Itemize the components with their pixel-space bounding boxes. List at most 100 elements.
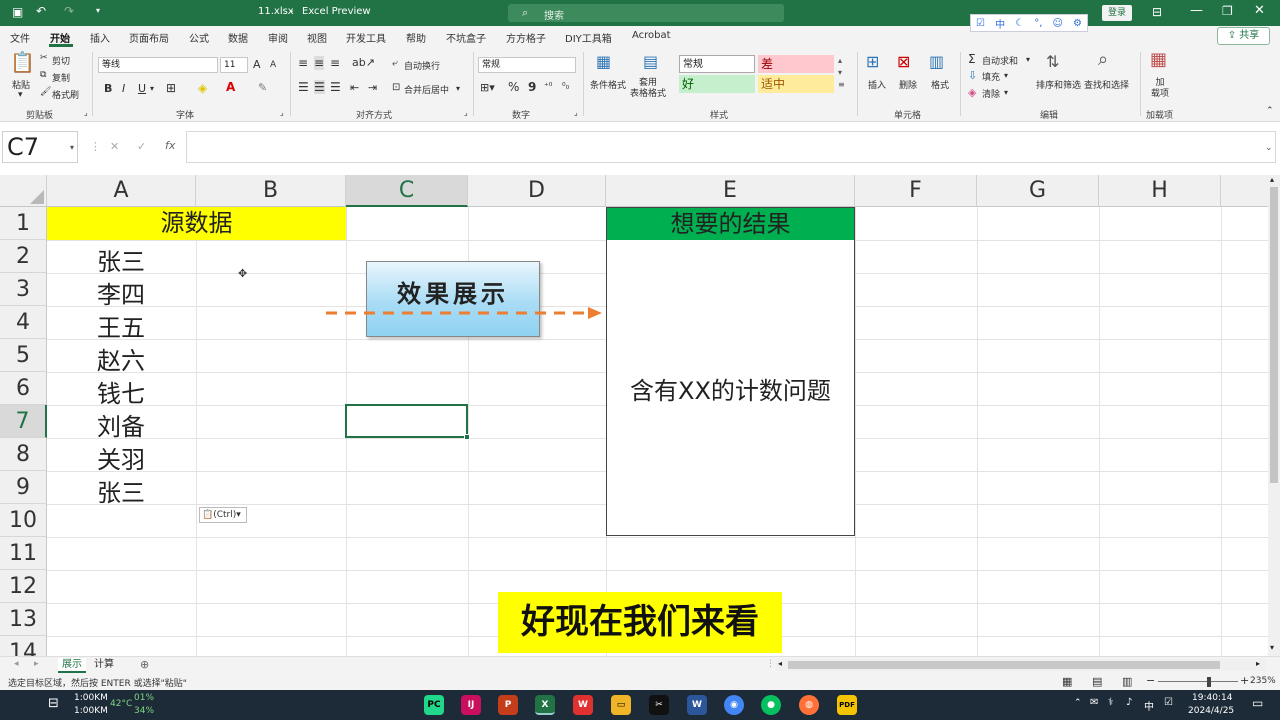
capcut-app-icon[interactable]: ✂ (649, 695, 669, 715)
row-header-12[interactable]: 12 (0, 570, 47, 603)
style-good[interactable]: 好 (679, 75, 755, 93)
insert-cells-icon[interactable]: ⊞ (866, 54, 879, 70)
cell-a3[interactable]: 李四 (97, 275, 145, 310)
sheet-prev-icon[interactable]: ◂ (14, 659, 19, 669)
table-format-icon[interactable]: ▤ (643, 54, 658, 70)
clear-button[interactable]: 清除 (982, 87, 1000, 100)
menu-fangfang[interactable]: 方方格子 (506, 30, 546, 45)
tray-security-icon[interactable]: ☑ (1164, 697, 1173, 708)
formula-expand-icon[interactable]: ⌄ (1265, 143, 1273, 153)
styles-scroll-icon[interactable]: ▴ ▾ ≡ (838, 55, 845, 91)
underline-dropdown-icon[interactable]: ▾ (150, 84, 154, 93)
style-bad[interactable]: 差 (758, 55, 834, 73)
column-header-f[interactable]: F (855, 175, 977, 207)
tray-speaker-icon[interactable]: ♪ (1126, 697, 1132, 708)
format-painter-icon[interactable]: 🖌 (40, 87, 51, 97)
find-select-button[interactable]: 查找和选择 (1084, 78, 1129, 91)
cell-a6[interactable]: 钱七 (97, 374, 145, 409)
menu-file[interactable]: 文件 (10, 30, 30, 45)
insert-cells-button[interactable]: 插入 (868, 78, 886, 91)
page-layout-view-icon[interactable]: ▤ (1092, 675, 1102, 688)
menu-home[interactable]: 开始 (50, 30, 70, 45)
sort-filter-button[interactable]: 排序和筛选 (1036, 78, 1081, 91)
zoom-out-icon[interactable]: − (1146, 674, 1155, 687)
style-normal[interactable]: 常规 (679, 55, 755, 73)
menu-page-layout[interactable]: 页面布局 (129, 30, 169, 45)
scroll-up-icon[interactable]: ▴ (1270, 175, 1274, 184)
clipboard-launcher-icon[interactable]: ⌟ (84, 108, 88, 117)
alignment-launcher-icon[interactable]: ⌟ (464, 108, 468, 117)
intellij-app-icon[interactable]: IJ (461, 695, 481, 715)
select-all-corner[interactable] (0, 175, 47, 207)
style-neutral[interactable]: 适中 (758, 75, 834, 93)
vertical-scroll-thumb[interactable] (1270, 187, 1278, 483)
format-cells-icon[interactable]: ▥ (929, 54, 944, 70)
cell-a5[interactable]: 赵六 (97, 341, 145, 376)
row-header-11[interactable]: 11 (0, 537, 47, 570)
zoom-slider[interactable] (1158, 681, 1238, 682)
redo-icon[interactable]: ↷ (64, 4, 74, 18)
row-header-1[interactable]: 1 (0, 207, 47, 240)
name-box[interactable]: C7 (2, 131, 78, 163)
copy-icon[interactable]: ⧉ (40, 70, 46, 80)
hscroll-right-icon[interactable]: ▸ (1256, 659, 1260, 668)
task-view-icon[interactable]: ⊟ (48, 696, 59, 711)
cell-a7[interactable]: 刘备 (97, 407, 145, 442)
hscroll-left-icon[interactable]: ◂ (778, 659, 782, 668)
collapse-ribbon-icon[interactable]: ⌃ (1266, 106, 1274, 116)
indent-increase-icon[interactable]: ⇥ (368, 81, 377, 94)
pdf-app-icon[interactable]: PDF (837, 695, 857, 715)
clear-icon[interactable]: ◈ (968, 86, 976, 99)
align-middle-icon[interactable]: ≡ (314, 56, 325, 70)
merge-center-button[interactable]: 合并后居中 (404, 83, 449, 96)
delete-cells-button[interactable]: 删除 (899, 78, 917, 91)
user-icon[interactable]: ☺ (1052, 18, 1062, 29)
paste-dropdown-icon[interactable]: ▾ (18, 90, 23, 100)
column-header-e[interactable]: E (606, 175, 855, 207)
row-header-6[interactable]: 6 (0, 372, 47, 405)
row-header-9[interactable]: 9 (0, 471, 47, 504)
close-icon[interactable]: ✕ (1254, 3, 1265, 18)
column-header-d[interactable]: D (468, 175, 606, 207)
cell-a4[interactable]: 王五 (97, 308, 145, 343)
menu-view[interactable]: 视图 (307, 30, 327, 45)
fill-icon[interactable]: ⇩ (968, 69, 977, 82)
row-header-5[interactable]: 5 (0, 339, 47, 372)
orientation-icon[interactable]: ab↗ (352, 56, 375, 69)
column-header-g[interactable]: G (977, 175, 1099, 207)
autosum-button[interactable]: 自动求和 (982, 54, 1018, 67)
ribbon-display-icon[interactable]: ⊟ (1152, 5, 1162, 19)
source-data-header[interactable]: 源数据 (47, 207, 346, 240)
fill-handle[interactable] (464, 434, 470, 440)
comma-style-button[interactable]: 9 (528, 80, 536, 94)
powerpoint-app-icon[interactable]: P (498, 695, 518, 715)
fill-dropdown-icon[interactable]: ▾ (1004, 71, 1008, 80)
moon-icon[interactable]: ☾ (1015, 18, 1024, 29)
undo-icon[interactable]: ↶ (36, 4, 46, 18)
menu-help[interactable]: 帮助 (406, 30, 426, 45)
tray-chevron-icon[interactable]: ⌃ (1074, 698, 1082, 708)
wrap-text-icon[interactable]: ⤶ (392, 58, 398, 69)
fill-color-icon[interactable]: ◈ (198, 81, 207, 95)
cut-icon[interactable]: ✂ (40, 53, 48, 63)
ime-toolbar[interactable]: ☑ 中 ☾ °, ☺ ⚙ (970, 14, 1088, 32)
font-color-icon[interactable]: A (226, 80, 235, 94)
row-header-4[interactable]: 4 (0, 306, 47, 339)
tray-antivirus-icon[interactable]: ⚕ (1108, 697, 1113, 708)
tab-split-icon[interactable]: ⋮ (766, 659, 775, 669)
clock-time[interactable]: 19:40:14 (1192, 693, 1232, 703)
menu-acrobat[interactable]: Acrobat (632, 30, 671, 41)
find-select-icon[interactable]: ⌕ (1098, 51, 1108, 69)
spreadsheet-grid[interactable]: A B C D E F G H 1 2 3 4 5 6 7 8 9 10 11 … (0, 175, 1268, 656)
clock-date[interactable]: 2024/4/25 (1188, 706, 1234, 716)
decrease-decimal-icon[interactable]: ⁰₀ (562, 82, 569, 92)
search-box[interactable]: ⌕ 搜索 (508, 4, 784, 22)
menu-insert[interactable]: 插入 (90, 30, 110, 45)
delete-cells-icon[interactable]: ⊠ (897, 54, 910, 70)
font-shrink-button[interactable]: A (270, 60, 276, 70)
cell-a9[interactable]: 张三 (97, 473, 145, 508)
tray-ime[interactable]: 中 (1144, 698, 1154, 713)
align-right-icon[interactable]: ☰ (330, 80, 341, 94)
increase-decimal-icon[interactable]: ⁺⁰ (544, 82, 552, 92)
add-sheet-icon[interactable]: ⊕ (140, 658, 149, 671)
